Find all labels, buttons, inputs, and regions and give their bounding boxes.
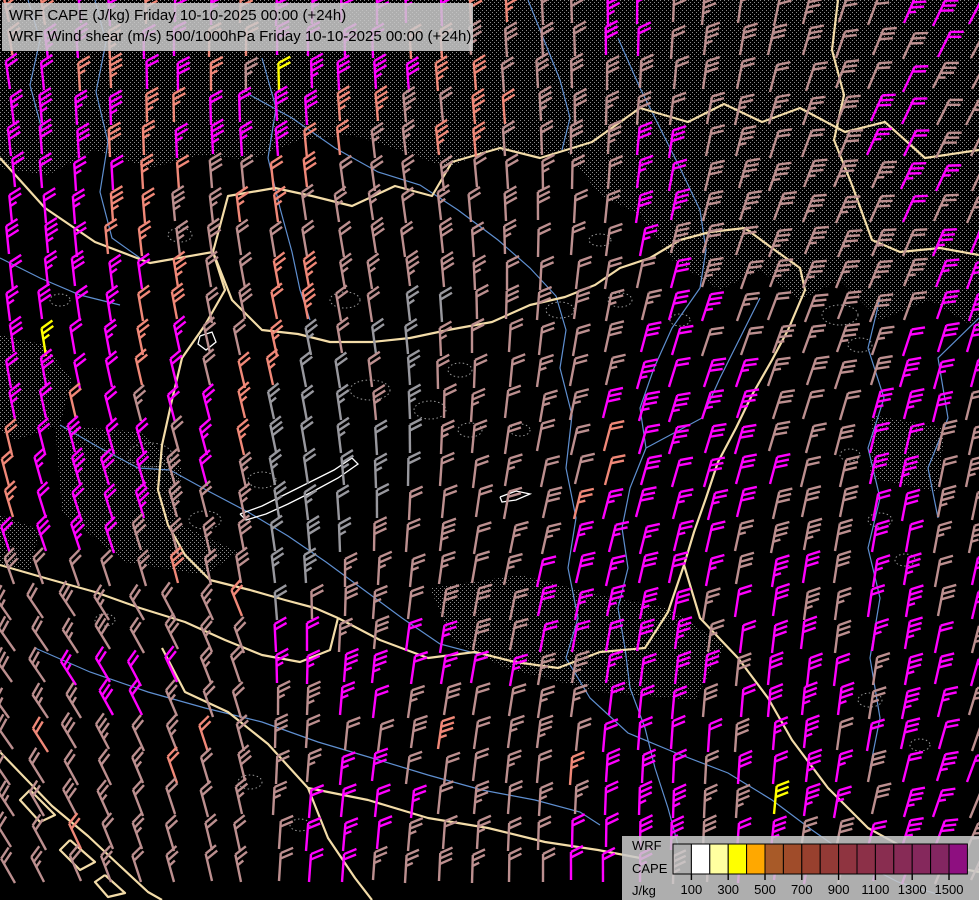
cape-scale-cell [913,844,931,874]
wrf-map-screenshot: WRF CAPE (J/kg) Friday 10-10-2025 00:00 … [0,0,979,900]
cape-scale-cell [729,844,747,874]
cape-legend: WRF CAPE J/kg 100 300 500 700 900 1100 1300 150… [622,836,979,900]
cape-scale-cell [894,844,912,874]
cape-scale-tick-label: 900 [828,882,850,897]
cape-colorbar: 100 300 500 700 900 1100 1300 1500 [667,836,979,900]
legend-label-model: WRF [632,839,667,852]
cape-colorbar-wrap: 100 300 500 700 900 1100 1300 1500 [667,836,979,900]
cape-scale-tick-label: 500 [755,882,777,897]
cape-scale-tick-label: 1100 [862,882,890,897]
cape-scale-tick-label: 1300 [898,882,927,897]
title-line-1: WRF CAPE (J/kg) Friday 10-10-2025 00:00 … [9,6,466,27]
cape-legend-unit-labels: WRF CAPE J/kg [622,836,667,900]
cape-scale-cell [710,844,728,874]
weather-map-canvas [0,0,979,900]
cape-scale-cell [765,844,783,874]
cape-scale-tick-label: 300 [718,882,740,897]
legend-label-unit: J/kg [632,884,667,897]
cape-scale-cell [784,844,802,874]
map-title-box: WRF CAPE (J/kg) Friday 10-10-2025 00:00 … [2,3,473,51]
cape-scale-tick-label: 700 [791,882,813,897]
cape-scale-tick-label: 100 [681,882,703,897]
cape-scale-tick-label: 1500 [935,882,964,897]
cape-scale-cell [747,844,765,874]
title-line-2: WRF Wind shear (m/s) 500/1000hPa Friday … [9,27,466,48]
cape-scale-cell [839,844,857,874]
cape-scale-cell [802,844,820,874]
legend-label-variable: CAPE [632,862,667,875]
cape-scale-cell [876,844,894,874]
cape-scale-cell [949,844,967,874]
cape-scale-cell [673,844,691,874]
cape-scale-cell [692,844,710,874]
cape-scale-cell [821,844,839,874]
cape-scale-cell [857,844,875,874]
cape-scale-cell [931,844,949,874]
